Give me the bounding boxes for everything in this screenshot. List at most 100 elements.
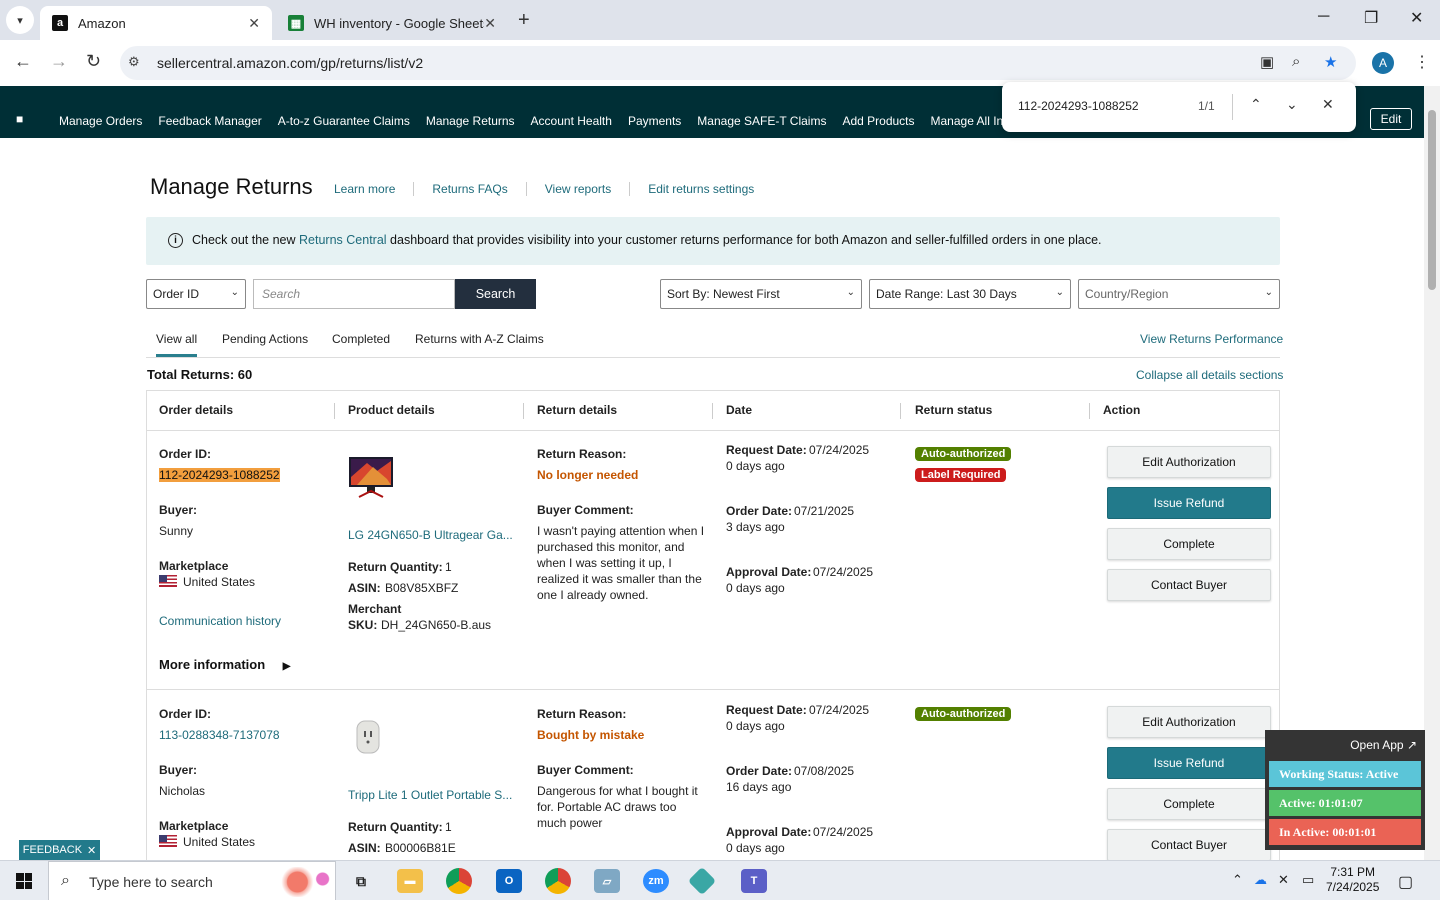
app-diamond-icon[interactable]	[687, 866, 717, 896]
outlook-icon[interactable]: O	[496, 869, 522, 893]
page-zoom-icon[interactable]: ▣	[1260, 53, 1274, 71]
edit-nav-button[interactable]: Edit	[1370, 108, 1412, 130]
tab-completed[interactable]: Completed	[332, 332, 390, 346]
chrome-profile-icon[interactable]	[545, 868, 571, 894]
collapse-all-link[interactable]: Collapse all details sections	[1136, 368, 1283, 382]
returns-faqs-link[interactable]: Returns FAQs	[413, 182, 525, 196]
nav-add-products[interactable]: Add Products	[842, 114, 914, 128]
volume-muted-icon[interactable]: ✕	[1278, 872, 1289, 888]
return-reason-value: No longer needed	[537, 468, 639, 482]
us-flag-icon	[159, 835, 177, 847]
close-tab-icon[interactable]: ✕	[248, 15, 260, 32]
tab-title: WH inventory - Google Sheets	[314, 15, 485, 31]
nav-payments[interactable]: Payments	[628, 114, 681, 128]
issue-refund-button[interactable]: Issue Refund	[1107, 747, 1271, 779]
find-input[interactable]: 112-2024293-1088252	[1018, 99, 1139, 113]
site-info-icon[interactable]: ⚙	[128, 54, 140, 70]
tab-a-z-claims[interactable]: Returns with A-Z Claims	[415, 332, 544, 346]
close-window-icon[interactable]: ✕	[1410, 8, 1423, 28]
find-close-icon[interactable]: ✕	[1322, 96, 1334, 113]
country-value: Country/Region	[1085, 287, 1169, 301]
nav-a-to-z-claims[interactable]: A-to-z Guarantee Claims	[278, 114, 410, 128]
marketplace-name: United States	[183, 575, 256, 589]
tab-view-all[interactable]: View all	[156, 332, 198, 357]
open-app-button[interactable]: Open App ↗	[1350, 738, 1417, 752]
power-adapter-product-image[interactable]	[353, 719, 383, 755]
search-input[interactable]: Search	[253, 279, 455, 309]
chrome-icon[interactable]	[446, 868, 472, 894]
header-links: Learn more Returns FAQs View reports Edi…	[334, 182, 772, 196]
order-date-label: Order Date:	[726, 504, 793, 518]
scrollbar-thumb[interactable]	[1428, 110, 1436, 290]
network-icon[interactable]: ▭	[1302, 872, 1314, 888]
taskbar-search[interactable]: ⌕ Type here to search	[48, 861, 336, 900]
zoom-app-icon[interactable]: zm	[643, 869, 669, 893]
buyer-label: Buyer:	[159, 763, 198, 777]
maximize-icon[interactable]: ❐	[1364, 8, 1378, 28]
minimize-icon[interactable]: ─	[1318, 8, 1329, 26]
profile-avatar[interactable]: A	[1372, 52, 1394, 74]
system-clock[interactable]: 7:31 PM 7/24/2025	[1326, 865, 1379, 895]
sort-select[interactable]: Sort By: Newest First ⌄	[660, 279, 862, 309]
nav-feedback-manager[interactable]: Feedback Manager	[158, 114, 261, 128]
nav-account-health[interactable]: Account Health	[531, 114, 612, 128]
marketplace-value: United States	[159, 835, 255, 849]
tab-amazon[interactable]: a Amazon ✕	[40, 6, 272, 40]
country-select[interactable]: Country/Region ⌄	[1078, 279, 1280, 309]
product-title-link[interactable]: LG 24GN650-B Ultragear Ga...	[348, 528, 513, 542]
notifications-icon[interactable]: ▢	[1398, 872, 1413, 892]
search-button[interactable]: Search	[455, 279, 536, 309]
contact-buyer-button[interactable]: Contact Buyer	[1107, 569, 1271, 601]
nav-safe-t-claims[interactable]: Manage SAFE-T Claims	[697, 114, 826, 128]
close-tab-icon[interactable]: ✕	[484, 15, 496, 32]
chevron-up-icon[interactable]: ⌃	[1232, 872, 1243, 888]
returns-central-link[interactable]: Returns Central	[299, 233, 387, 247]
feedback-button[interactable]: FEEDBACK ✕	[19, 840, 100, 860]
nav-manage-orders[interactable]: Manage Orders	[59, 114, 142, 128]
order-id-value[interactable]: 113-0288348-7137078	[159, 728, 280, 742]
more-information-toggle[interactable]: More information ▶	[159, 657, 291, 672]
close-icon[interactable]: ✕	[87, 844, 96, 857]
edit-returns-settings-link[interactable]: Edit returns settings	[629, 182, 772, 196]
date-range-select[interactable]: Date Range: Last 30 Days ⌄	[869, 279, 1071, 309]
communication-history-link[interactable]: Communication history	[159, 614, 281, 628]
url-text[interactable]: sellercentral.amazon.com/gp/returns/list…	[157, 55, 423, 71]
learn-more-link[interactable]: Learn more	[334, 182, 413, 196]
search-type-select[interactable]: Order ID ⌄	[146, 279, 246, 309]
nav-manage-returns[interactable]: Manage Returns	[426, 114, 515, 128]
zoom-icon[interactable]: ⌕	[1292, 53, 1300, 70]
find-previous-icon[interactable]: ⌃	[1250, 96, 1262, 113]
windows-start-icon[interactable]	[16, 873, 32, 889]
teams-icon[interactable]: T	[741, 869, 767, 893]
complete-button[interactable]: Complete	[1107, 528, 1271, 560]
bookmark-star-icon[interactable]: ★	[1324, 53, 1337, 71]
page-title: Manage Returns	[150, 174, 313, 199]
back-icon[interactable]: ←	[14, 51, 32, 72]
new-tab-icon[interactable]: +	[518, 9, 530, 32]
order-id-value[interactable]: 112-2024293-1088252	[159, 468, 280, 482]
tab-pending-actions[interactable]: Pending Actions	[222, 332, 308, 346]
file-explorer-icon[interactable]: ▬	[397, 869, 423, 893]
request-date-value: 07/24/2025	[809, 703, 870, 717]
tab-search-button[interactable]: ▾	[6, 6, 34, 34]
complete-button[interactable]: Complete	[1107, 788, 1271, 820]
reload-icon[interactable]: ↻	[86, 51, 101, 72]
task-view-icon[interactable]: ⧉	[348, 869, 374, 893]
browser-menu-icon[interactable]: ⋮	[1414, 52, 1430, 72]
issue-refund-button[interactable]: Issue Refund	[1107, 487, 1271, 519]
view-returns-performance-link[interactable]: View Returns Performance	[1140, 332, 1283, 346]
inactive-timer: In Active: 00:01:01	[1269, 819, 1421, 845]
contact-buyer-button[interactable]: Contact Buyer	[1107, 829, 1271, 861]
tab-sheets[interactable]: ▦ WH inventory - Google Sheets ✕	[276, 6, 508, 40]
edit-authorization-button[interactable]: Edit Authorization	[1107, 446, 1271, 478]
product-title-link[interactable]: Tripp Lite 1 Outlet Portable S...	[348, 788, 512, 802]
app-icon[interactable]: ▱	[594, 869, 620, 893]
forward-icon[interactable]: →	[50, 51, 68, 72]
monitor-product-image[interactable]	[347, 455, 395, 499]
onedrive-icon[interactable]: ☁	[1254, 872, 1267, 888]
approval-date-value: 07/24/2025	[813, 825, 874, 839]
view-reports-link[interactable]: View reports	[525, 182, 629, 196]
edit-authorization-button[interactable]: Edit Authorization	[1107, 706, 1271, 738]
bookmark-icon[interactable]: ■	[16, 112, 23, 126]
find-next-icon[interactable]: ⌄	[1286, 96, 1298, 113]
